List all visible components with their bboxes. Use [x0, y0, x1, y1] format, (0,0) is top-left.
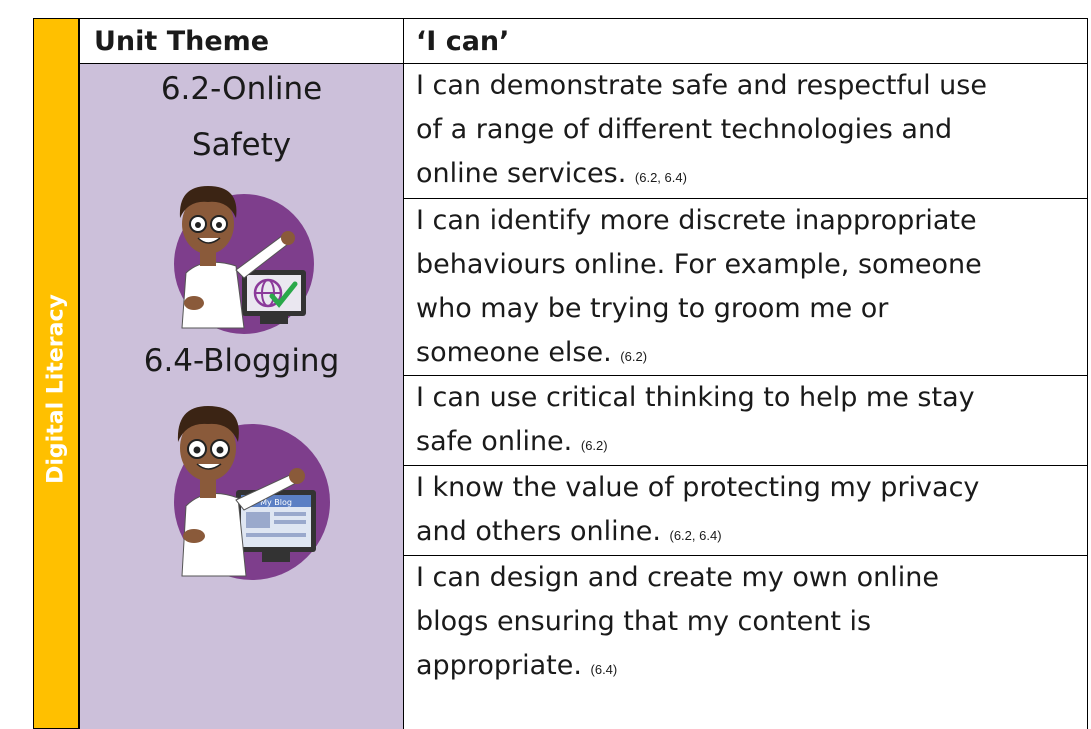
unit-ref: (6.2, 6.4)	[669, 528, 722, 543]
statement-line: of a range of different technologies and	[416, 114, 953, 145]
subject-sidebar: Digital Literacy	[33, 18, 79, 729]
unit-ref: (6.2, 6.4)	[634, 170, 687, 185]
statement-line: I can demonstrate safe and respectful us…	[416, 70, 987, 101]
theme-title-online-line2: Safety	[191, 127, 292, 163]
statement-line: and others online.	[416, 516, 661, 547]
theme-title-online-line1: 6.2-Online	[160, 71, 323, 107]
statement-row-3: I can use critical thinking to help me s…	[404, 376, 1087, 466]
unit-ref: (6.4)	[590, 662, 618, 677]
statement-line: someone else.	[416, 337, 612, 368]
statement-line: I can use critical thinking to help me s…	[416, 382, 975, 413]
unit-theme-header: Unit Theme	[79, 18, 404, 64]
statement-line: safe online.	[416, 426, 573, 457]
theme-title-blogging: 6.4-Blogging	[143, 343, 340, 379]
statement-line: I can design and create my own online	[416, 562, 939, 593]
statement-line: appropriate.	[416, 650, 582, 681]
unit-ref: (6.2)	[580, 438, 608, 453]
statement-line: behaviours online. For example, someone	[416, 249, 982, 280]
teacher-globe-checkmark-icon	[174, 186, 314, 334]
statement-row-2: I can identify more discrete inappropria…	[404, 199, 1087, 376]
statement-row-5: I can design and create my own online bl…	[404, 556, 1087, 729]
statement-line: I can identify more discrete inappropria…	[416, 205, 977, 236]
statement-line: blogs ensuring that my content is	[416, 606, 872, 637]
teacher-blog-screen-icon: My Blog	[174, 406, 330, 580]
statement-line: online services.	[416, 158, 627, 189]
statement-row-1: I can demonstrate safe and respectful us…	[404, 64, 1087, 199]
statement-line: who may be trying to groom me or	[416, 293, 889, 324]
i-can-column: I can demonstrate safe and respectful us…	[404, 64, 1088, 729]
unit-ref: (6.2)	[620, 349, 648, 364]
subject-label: Digital Literacy	[43, 294, 69, 484]
statement-line: I know the value of protecting my privac…	[416, 472, 980, 503]
statement-row-4: I know the value of protecting my privac…	[404, 466, 1087, 556]
i-can-header: ‘I can’	[404, 18, 1088, 64]
